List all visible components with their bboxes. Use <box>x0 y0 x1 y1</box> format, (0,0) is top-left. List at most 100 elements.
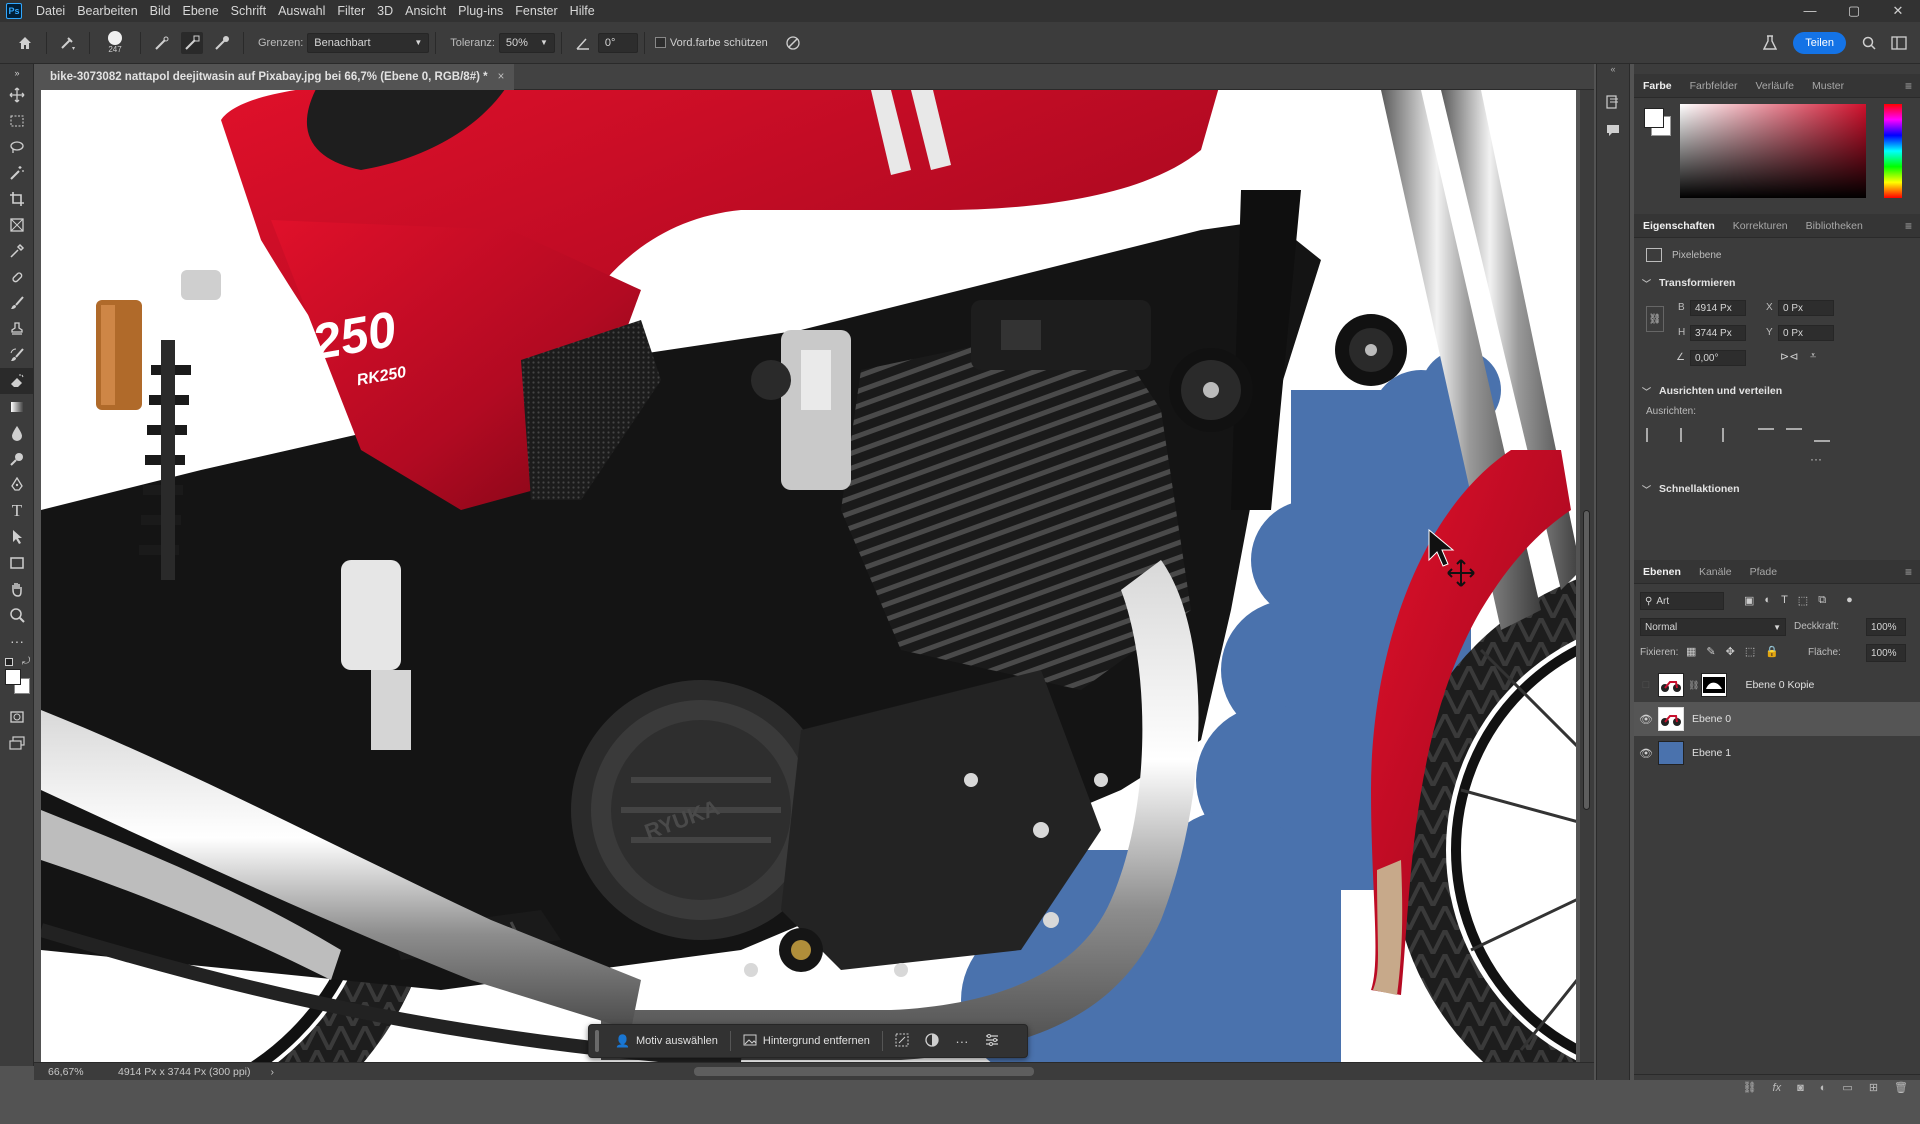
tool-preset-icon[interactable]: ▾ <box>57 32 79 54</box>
blur-tool-icon[interactable] <box>0 420 34 446</box>
photoshop-logo-icon[interactable]: Ps <box>6 3 22 19</box>
filter-pixel-icon[interactable]: ▣ <box>1744 594 1754 607</box>
more-options-button[interactable]: ··· <box>947 1034 977 1049</box>
fx-icon[interactable]: fx <box>1773 1082 1782 1094</box>
layer-name[interactable]: Ebene 1 <box>1692 747 1731 759</box>
tab-bibliotheken[interactable]: Bibliotheken <box>1797 214 1872 238</box>
pressure-size-icon[interactable] <box>782 32 804 54</box>
tab-verlaeufe[interactable]: Verläufe <box>1746 74 1803 98</box>
height-field[interactable]: 3744 Px <box>1690 325 1746 341</box>
canvas[interactable]: 250 RK250 RYUKA <box>41 90 1576 1062</box>
history-panel-icon[interactable] <box>1597 88 1629 116</box>
tab-farbfelder[interactable]: Farbfelder <box>1681 74 1747 98</box>
menu-bearbeiten[interactable]: Bearbeiten <box>71 0 143 22</box>
panel-collapse-icon[interactable]: » <box>0 64 34 82</box>
eyedropper-tool-icon[interactable] <box>0 238 34 264</box>
stamp-tool-icon[interactable] <box>0 316 34 342</box>
flask-icon[interactable] <box>1759 32 1781 54</box>
menu-datei[interactable]: Datei <box>30 0 71 22</box>
minimize-button[interactable]: — <box>1788 0 1832 22</box>
hand-tool-icon[interactable] <box>0 576 34 602</box>
path-selection-tool-icon[interactable] <box>0 524 34 550</box>
eye-icon[interactable]: 👁 <box>1634 713 1658 726</box>
tab-pfade[interactable]: Pfade <box>1741 560 1786 584</box>
workspace-icon[interactable] <box>1888 32 1910 54</box>
magic-wand-tool-icon[interactable] <box>0 160 34 186</box>
document-tab[interactable]: bike-3073082 nattapol deejitwasin auf Pi… <box>34 64 515 90</box>
menu-filter[interactable]: Filter <box>331 0 371 22</box>
zoom-level[interactable]: 66,67% <box>48 1066 98 1078</box>
sampling-once-icon[interactable] <box>181 31 203 54</box>
filter-adjustment-icon[interactable]: ◐ <box>1764 594 1771 607</box>
drag-handle[interactable] <box>595 1030 599 1052</box>
align-top-icon[interactable] <box>1758 428 1774 442</box>
home-icon[interactable] <box>14 32 36 54</box>
eraser-tool-icon[interactable] <box>0 368 34 394</box>
menu-auswahl[interactable]: Auswahl <box>272 0 331 22</box>
menu-ansicht[interactable]: Ansicht <box>399 0 452 22</box>
foreground-color-swatch[interactable] <box>5 669 21 685</box>
tab-muster[interactable]: Muster <box>1803 74 1853 98</box>
link-layers-icon[interactable]: ⛓ <box>1743 1081 1757 1094</box>
menu-plugins[interactable]: Plug-ins <box>452 0 509 22</box>
filter-toggle-icon[interactable]: ● <box>1846 594 1853 607</box>
filter-shape-icon[interactable]: ⬚ <box>1798 594 1808 607</box>
crop-tool-icon[interactable] <box>0 186 34 212</box>
share-button[interactable]: Teilen <box>1793 31 1846 54</box>
transform-selection-icon[interactable] <box>887 1033 917 1050</box>
align-section-header[interactable]: ﹀ Ausrichten und verteilen <box>1634 380 1782 402</box>
lasso-tool-icon[interactable] <box>0 134 34 160</box>
align-right-icon[interactable] <box>1708 428 1724 442</box>
menu-bild[interactable]: Bild <box>144 0 177 22</box>
rotation-field[interactable]: 0,00° <box>1690 350 1746 366</box>
scroll-thumb[interactable] <box>1583 510 1590 810</box>
vertical-scrollbar[interactable] <box>1580 90 1594 1062</box>
tab-eigenschaften[interactable]: Eigenschaften <box>1634 214 1724 238</box>
angle-input[interactable]: 0° <box>597 32 638 53</box>
width-field[interactable]: 4914 Px <box>1690 300 1746 316</box>
screen-mode-icon[interactable] <box>0 730 34 756</box>
align-middle-v-icon[interactable] <box>1786 428 1802 442</box>
sampling-continuous-icon[interactable] <box>151 32 173 54</box>
adjustment-layer-icon[interactable]: ◐ <box>1820 1082 1827 1094</box>
pen-tool-icon[interactable] <box>0 472 34 498</box>
menu-fenster[interactable]: Fenster <box>509 0 563 22</box>
taskbar-settings-icon[interactable] <box>977 1033 1007 1049</box>
visibility-off-icon[interactable]: □ <box>1634 679 1658 691</box>
opacity-field[interactable]: 100% <box>1866 618 1906 636</box>
new-layer-icon[interactable]: ⊞ <box>1869 1081 1878 1094</box>
layer-name[interactable]: Ebene 0 Kopie <box>1745 679 1814 691</box>
filter-smart-icon[interactable]: ⧉ <box>1818 594 1826 607</box>
healing-brush-tool-icon[interactable] <box>0 264 34 290</box>
status-menu-arrow[interactable]: › <box>271 1066 275 1078</box>
lock-position-icon[interactable]: ✥ <box>1726 645 1735 658</box>
panel-menu-icon[interactable]: ≡ <box>1905 79 1912 93</box>
move-tool-icon[interactable] <box>0 82 34 108</box>
default-colors-icon[interactable] <box>5 658 13 666</box>
more-tools-icon[interactable]: ··· <box>0 628 34 654</box>
lock-artboard-icon[interactable]: ⬚ <box>1745 645 1755 658</box>
type-tool-icon[interactable]: T <box>0 498 34 524</box>
dodge-tool-icon[interactable] <box>0 446 34 472</box>
layer-row[interactable]: □ ⛓ Ebene 0 Kopie <box>1634 668 1920 702</box>
limits-select[interactable]: Benachbart ▼ <box>307 32 430 53</box>
tab-kanaele[interactable]: Kanäle <box>1690 560 1741 584</box>
align-center-h-icon[interactable] <box>1680 428 1696 442</box>
rectangle-tool-icon[interactable] <box>0 550 34 576</box>
menu-3d[interactable]: 3D <box>371 0 399 22</box>
sampling-background-icon[interactable] <box>211 32 233 54</box>
add-mask-icon[interactable]: ◙ <box>1797 1082 1804 1094</box>
delete-layer-icon[interactable]: 🗑 <box>1894 1081 1908 1094</box>
remove-background-button[interactable]: Hintergrund entfernen <box>735 1028 878 1054</box>
align-bottom-icon[interactable] <box>1814 428 1830 442</box>
panel-menu-icon[interactable]: ≡ <box>1905 219 1912 233</box>
tab-farbe[interactable]: Farbe <box>1634 74 1681 98</box>
brush-tool-icon[interactable] <box>0 290 34 316</box>
fill-field[interactable]: 100% <box>1866 644 1906 662</box>
color-field[interactable] <box>1680 104 1866 198</box>
new-group-icon[interactable]: ▭ <box>1842 1081 1852 1094</box>
gradient-tool-icon[interactable] <box>0 394 34 420</box>
layer-filter-select[interactable]: ⚲ Art <box>1640 592 1724 610</box>
tab-korrekturen[interactable]: Korrekturen <box>1724 214 1797 238</box>
frame-tool-icon[interactable] <box>0 212 34 238</box>
